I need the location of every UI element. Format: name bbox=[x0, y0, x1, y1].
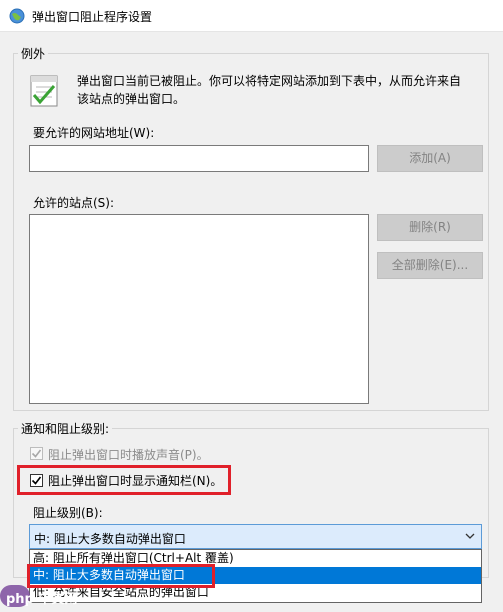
block-level-label: 阻止级别(B): bbox=[33, 506, 103, 520]
play-sound-checkbox[interactable] bbox=[30, 447, 43, 460]
show-bar-label: 阻止弹出窗口时显示通知栏(N)。 bbox=[48, 474, 223, 488]
allowed-sites-list[interactable] bbox=[29, 214, 369, 404]
address-input[interactable] bbox=[29, 145, 369, 172]
play-sound-label: 阻止弹出窗口时播放声音(P)。 bbox=[48, 448, 209, 462]
window-title: 弹出窗口阻止程序设置 bbox=[32, 10, 153, 24]
exceptions-legend: 例外 bbox=[18, 45, 49, 62]
checklist-icon bbox=[30, 75, 58, 107]
notifications-legend: 通知和阻止级别: bbox=[18, 420, 113, 437]
block-level-select[interactable]: 中: 阻止大多数自动弹出窗口 bbox=[29, 524, 482, 549]
checkmark-icon bbox=[31, 449, 42, 458]
show-bar-checkbox[interactable] bbox=[30, 474, 43, 487]
chevron-down-icon bbox=[465, 533, 475, 539]
address-label: 要允许的网站地址(W): bbox=[33, 126, 155, 140]
checkmark-icon bbox=[31, 476, 42, 485]
remove-button[interactable]: 删除(R) bbox=[377, 214, 483, 241]
title-bar: 弹出窗口阻止程序设置 bbox=[0, 0, 503, 32]
block-level-selected: 中: 阻止大多数自动弹出窗口 bbox=[34, 532, 186, 546]
watermark-text: php 中文网 bbox=[6, 592, 78, 607]
add-button[interactable]: 添加(A) bbox=[377, 145, 483, 172]
globe-window-icon bbox=[9, 8, 25, 24]
remove-all-button[interactable]: 全部删除(E)... bbox=[377, 252, 483, 279]
allowed-sites-label: 允许的站点(S): bbox=[33, 196, 115, 210]
exceptions-description-line2: 该站点的弹出窗口。 bbox=[77, 92, 186, 106]
exceptions-description-line1: 弹出窗口当前已被阻止。你可以将特定网站添加到下表中，从而允许来自 bbox=[77, 74, 462, 88]
highlight-medium-option bbox=[27, 564, 215, 588]
